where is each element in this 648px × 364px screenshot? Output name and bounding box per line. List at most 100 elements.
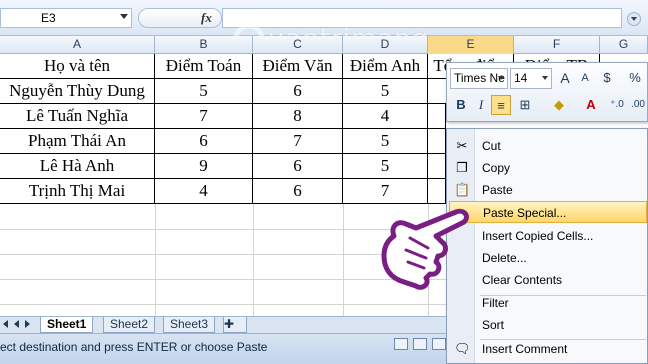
bold-button[interactable]: B [451, 95, 471, 115]
font-size-value: 14 [514, 71, 528, 85]
column-headers: A B C D E F G [0, 36, 648, 54]
table-cell[interactable]: 8 [253, 104, 343, 129]
table-cell[interactable]: 7 [155, 104, 253, 129]
status-text: ect destination and press ENTER or choos… [0, 340, 268, 354]
sheet-tabs-bar: Sheet1 Sheet2 Sheet3 ✚ [0, 316, 446, 333]
formula-buttons: fx [138, 8, 222, 28]
table-cell[interactable] [428, 129, 446, 154]
header-cell-english[interactable]: Điểm Anh [343, 54, 428, 79]
mini-toolbar: Times Ne 14 A A $ % B I ≡ ⊞ ◆ A ⁺.0 .00 [446, 62, 648, 122]
table-cell-name[interactable]: Nguyễn Thùy Dung [0, 79, 155, 104]
grow-font-icon[interactable]: A [555, 68, 575, 88]
table-cell[interactable]: 6 [253, 79, 343, 104]
menu-item-label: Paste [482, 183, 513, 197]
menu-item-label: Copy [482, 161, 511, 175]
chevron-down-icon[interactable] [120, 14, 128, 19]
font-color-icon[interactable]: A [581, 95, 601, 115]
font-name-select[interactable]: Times Ne [450, 68, 508, 89]
menu-item-paste[interactable]: 📋 Paste [449, 179, 647, 201]
menu-item-delete[interactable]: Delete... [449, 247, 647, 269]
currency-format-icon[interactable]: $ [597, 68, 617, 88]
comment-icon: 🗨 [454, 341, 471, 356]
gridline [155, 204, 156, 316]
scissors-icon: ✂ [456, 138, 468, 153]
header-cell-math[interactable]: Điểm Toán [155, 54, 253, 79]
menu-item-cut[interactable]: ✂ Cut [449, 135, 647, 157]
first-sheet-icon[interactable] [3, 320, 8, 328]
insert-function-button[interactable]: fx [201, 10, 212, 26]
chevron-down-icon [542, 76, 548, 80]
menu-item-paste-special[interactable]: Paste Special... [449, 201, 647, 223]
menu-item-label: Sort [482, 318, 505, 332]
name-box-value: E3 [41, 11, 56, 25]
menu-item-sort[interactable]: Sort [449, 314, 647, 336]
menu-item-clear-contents[interactable]: Clear Contents [449, 269, 647, 291]
menu-item-label: Clear Contents [482, 273, 563, 287]
decrease-decimal-icon[interactable]: .00 [628, 95, 648, 115]
menu-item-label: Insert Copied Cells... [482, 229, 594, 243]
column-header-a[interactable]: A [0, 36, 155, 54]
column-header-f[interactable]: F [514, 36, 600, 54]
menu-item-filter[interactable]: Filter [449, 292, 647, 314]
table-cell-name[interactable]: Phạm Thái An [0, 129, 155, 154]
gridline [253, 204, 254, 316]
table-cell-name[interactable]: Trịnh Thị Mai [0, 179, 155, 204]
table-cell[interactable]: 6 [253, 154, 343, 179]
header-cell-literature[interactable]: Điểm Văn [253, 54, 343, 79]
shrink-font-icon[interactable]: A [575, 68, 595, 88]
table-cell-name[interactable]: Lê Hà Anh [0, 154, 155, 179]
menu-item-insert-comment[interactable]: 🗨 Insert Comment [449, 338, 647, 360]
menu-item-insert-copied-cells[interactable]: Insert Copied Cells... [449, 225, 647, 247]
align-center-icon[interactable]: ≡ [491, 95, 511, 115]
table-cell[interactable]: 5 [343, 129, 428, 154]
prev-sheet-icon[interactable] [14, 320, 19, 328]
tab-sheet2[interactable]: Sheet2 [103, 317, 156, 333]
borders-icon[interactable]: ⊞ [515, 95, 535, 115]
name-box[interactable]: E3 [0, 8, 132, 28]
table-cell[interactable]: 9 [155, 154, 253, 179]
pointing-hand-icon [381, 208, 469, 290]
paste-icon: 📋 [454, 182, 471, 197]
copy-icon: ❐ [456, 160, 468, 175]
menu-item-label: Insert Comment [482, 342, 568, 356]
menu-item-label: Paste Special... [483, 206, 567, 220]
column-header-c[interactable]: C [253, 36, 343, 54]
column-header-b[interactable]: B [155, 36, 253, 54]
menu-item-copy[interactable]: ❐ Copy [449, 157, 647, 179]
column-header-d[interactable]: D [343, 36, 428, 54]
table-cell[interactable]: 5 [155, 79, 253, 104]
percent-style-button[interactable]: % [625, 68, 645, 88]
fill-color-icon[interactable]: ◆ [549, 95, 569, 115]
table-cell[interactable]: 5 [343, 154, 428, 179]
table-cell[interactable]: 4 [343, 104, 428, 129]
chevron-down-icon [498, 76, 504, 80]
page-layout-view-icon[interactable] [413, 338, 427, 350]
font-size-select[interactable]: 14 [510, 68, 552, 89]
table-cell[interactable]: 6 [155, 129, 253, 154]
expand-formula-bar-button[interactable] [627, 12, 641, 26]
menu-item-label: Filter [482, 296, 509, 310]
next-sheet-icon[interactable] [25, 320, 30, 328]
column-header-g[interactable]: G [600, 36, 648, 54]
tab-sheet3[interactable]: Sheet3 [163, 317, 216, 333]
status-bar: ect destination and press ENTER or choos… [0, 333, 446, 364]
italic-button[interactable]: I [471, 95, 491, 115]
insert-sheet-icon[interactable]: ✚ [223, 317, 247, 333]
table-cell[interactable] [428, 104, 446, 129]
gridline [343, 204, 344, 316]
table-cell[interactable]: 7 [253, 129, 343, 154]
normal-view-icon[interactable] [394, 338, 408, 350]
table-cell-name[interactable]: Lê Tuấn Nghĩa [0, 104, 155, 129]
header-cell-name[interactable]: Họ và tên [0, 54, 155, 79]
table-cell[interactable]: 4 [155, 179, 253, 204]
page-break-view-icon[interactable] [432, 338, 446, 350]
table-cell[interactable]: 5 [343, 79, 428, 104]
increase-decimal-icon[interactable]: ⁺.0 [607, 95, 627, 115]
table-cell[interactable]: 6 [253, 179, 343, 204]
gridline [0, 304, 446, 305]
column-header-e[interactable]: E [428, 36, 514, 54]
context-menu: ✂ Cut ❐ Copy 📋 Paste Paste Special... In… [446, 128, 648, 364]
menu-item-label: Delete... [482, 251, 527, 265]
tab-sheet1[interactable]: Sheet1 [40, 317, 94, 333]
table-cell[interactable] [428, 154, 446, 179]
